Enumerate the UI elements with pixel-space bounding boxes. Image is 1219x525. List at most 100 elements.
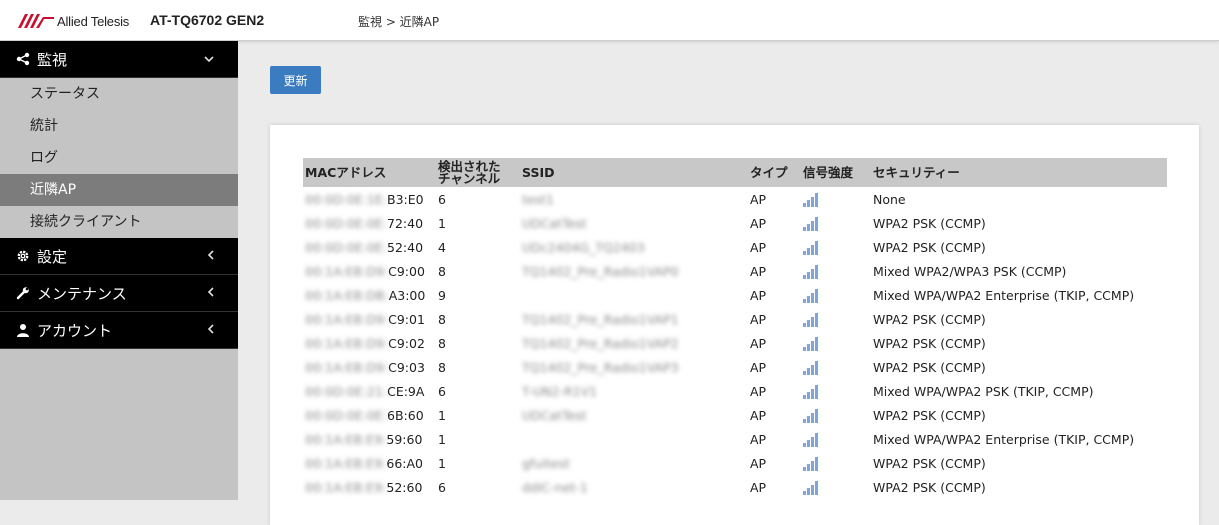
channel-cell: 8 bbox=[438, 359, 446, 375]
column-header-channel[interactable]: 検出された チャンネル bbox=[436, 158, 520, 187]
mac-masked: 00:1A:EB:DB: bbox=[305, 287, 389, 303]
type-cell: AP bbox=[750, 263, 767, 279]
ssid-cell: UDCatTest bbox=[520, 211, 748, 235]
ssid-masked: ddIC-net-1 bbox=[522, 479, 588, 495]
mac-visible: 59:60 bbox=[386, 431, 423, 447]
ssid-masked: TQ1402_Pre_Radio1VAP2 bbox=[522, 335, 679, 351]
allied-telesis-logo: Allied Telesis bbox=[18, 12, 129, 30]
signal-bars-icon bbox=[803, 456, 818, 471]
mac-masked: 00:1A:EB:D9: bbox=[305, 359, 389, 375]
channel-cell: 1 bbox=[438, 215, 446, 231]
table-row[interactable]: 00:1A:EB:D9:C9:00 8 TQ1402_Pre_Radio1VAP0 A… bbox=[303, 259, 1167, 283]
mac-visible: B3:E0 bbox=[387, 191, 424, 207]
channel-cell: 1 bbox=[438, 431, 446, 447]
signal-bars-icon bbox=[803, 264, 818, 279]
mac-cell: 00:1A:EB:E9:52:60 bbox=[303, 475, 436, 499]
signal-cell bbox=[801, 403, 871, 427]
table-row[interactable]: 00:1A:EB:E9:66:A0 1 gfuitest AP WPA2 PSK (CC… bbox=[303, 451, 1167, 475]
nav-group-label: 設定 bbox=[37, 247, 68, 266]
table-row[interactable]: 00:1A:EB:D9:C9:02 8 TQ1402_Pre_Radio1VAP2 A… bbox=[303, 331, 1167, 355]
type-cell: AP bbox=[750, 455, 767, 471]
mac-masked: 00:1A:EB:D9: bbox=[305, 263, 389, 279]
mac-cell: 00:0D:0E:21:CE:9A bbox=[303, 379, 436, 403]
signal-cell bbox=[801, 187, 871, 211]
ssid-masked: TQ1402_Pre_Radio1VAP3 bbox=[522, 359, 679, 375]
mac-visible: A3:00 bbox=[388, 287, 426, 303]
mac-visible: CE:9A bbox=[387, 383, 425, 399]
ssid-masked: UDc2404G_TQ2403 bbox=[522, 239, 645, 255]
brand-name: Allied Telesis bbox=[57, 13, 130, 29]
security-cell: WPA2 PSK (CCMP) bbox=[873, 215, 986, 231]
sidebar-item-clients[interactable]: 接続クライアント bbox=[0, 206, 238, 238]
signal-cell bbox=[801, 235, 871, 259]
mac-cell: 00:1A:EB:E9:59:60 bbox=[303, 427, 436, 451]
channel-cell: 6 bbox=[438, 479, 446, 495]
table-row[interactable]: 00:0D:0E:0E:72:40 1 UDCatTest AP WPA2 PSK (C… bbox=[303, 211, 1167, 235]
nav-group-account[interactable]: アカウント bbox=[0, 312, 238, 349]
table-row[interactable]: 00:1A:EB:E9:52:60 6 ddIC-net-1 AP WPA2 PSK (… bbox=[303, 475, 1167, 499]
ssid-masked: gfuitest bbox=[522, 455, 570, 471]
ssid-cell: TQ1402_Pre_Radio1VAP2 bbox=[520, 331, 748, 355]
ssid-cell: test1 bbox=[520, 187, 748, 211]
security-cell: WPA2 PSK (CCMP) bbox=[873, 407, 986, 423]
ssid-cell: TQ1402_Pre_Radio1VAP0 bbox=[520, 259, 748, 283]
channel-cell: 1 bbox=[438, 407, 446, 423]
channel-cell: 8 bbox=[438, 263, 446, 279]
neighbor-ap-table: MACアドレス 検出された チャンネル SSID タイプ 信号強度 セキュリティ… bbox=[303, 158, 1167, 499]
nav-group-monitor[interactable]: 監視 bbox=[0, 41, 238, 78]
channel-cell: 8 bbox=[438, 335, 446, 351]
signal-bars-icon bbox=[803, 336, 818, 351]
table-row[interactable]: 00:0D:0E:21:CE:9A 6 T-UN2-R1V1 AP Mixed WPA/… bbox=[303, 379, 1167, 403]
signal-bars-icon bbox=[803, 384, 818, 399]
signal-cell bbox=[801, 475, 871, 499]
signal-bars-icon bbox=[803, 408, 818, 423]
mac-masked: 00:0D:0E:21: bbox=[305, 383, 388, 399]
ssid-masked: UDCatTest bbox=[522, 407, 587, 423]
ssid-cell bbox=[520, 283, 748, 307]
security-cell: WPA2 PSK (CCMP) bbox=[873, 359, 986, 375]
column-header-ssid[interactable]: SSID bbox=[520, 158, 748, 187]
nav-group-maintenance[interactable]: メンテナンス bbox=[0, 275, 238, 312]
ssid-cell: T-UN2-R1V1 bbox=[520, 379, 748, 403]
mac-masked: 00:1A:EB:E9: bbox=[305, 455, 387, 471]
type-cell: AP bbox=[750, 191, 767, 207]
table-row[interactable]: 00:1A:EB:D9:C9:03 8 TQ1402_Pre_Radio1VAP3 A… bbox=[303, 355, 1167, 379]
ssid-masked: TQ1402_Pre_Radio1VAP0 bbox=[522, 263, 679, 279]
type-cell: AP bbox=[750, 383, 767, 399]
table-row[interactable]: 00:0D:0E:0E:6B:60 1 UDCatTest AP WPA2 PSK (C… bbox=[303, 403, 1167, 427]
table-row[interactable]: 00:1A:EB:D9:C9:01 8 TQ1402_Pre_Radio1VAP1 A… bbox=[303, 307, 1167, 331]
sidebar-item-status[interactable]: ステータス bbox=[0, 78, 238, 110]
channel-cell: 6 bbox=[438, 191, 446, 207]
mac-cell: 00:1A:EB:D9:C9:01 bbox=[303, 307, 436, 331]
table-row[interactable]: 00:1A:EB:E9:59:60 1 AP Mixed WPA/WPA2 Enter… bbox=[303, 427, 1167, 451]
table-row[interactable]: 00:1A:EB:DB:A3:00 9 AP Mixed WPA/WPA2 Enter… bbox=[303, 283, 1167, 307]
column-header-signal[interactable]: 信号強度 bbox=[801, 158, 871, 187]
channel-cell: 6 bbox=[438, 383, 446, 399]
column-header-mac[interactable]: MACアドレス bbox=[303, 158, 436, 187]
column-header-type[interactable]: タイプ bbox=[748, 158, 801, 187]
channel-cell: 8 bbox=[438, 311, 446, 327]
mac-masked: 00:0D:0E:0E: bbox=[305, 239, 388, 255]
table-body: 00:0D:0E:1E:B3:E0 6 test1 AP None 00:0D:0E:0E… bbox=[303, 187, 1167, 499]
type-cell: AP bbox=[750, 359, 767, 375]
mac-visible: C9:02 bbox=[388, 335, 425, 351]
nav-group-settings[interactable]: 設定 bbox=[0, 238, 238, 275]
mac-masked: 00:1A:EB:D9: bbox=[305, 335, 389, 351]
mac-visible: C9:01 bbox=[388, 311, 425, 327]
user-icon bbox=[14, 323, 32, 337]
type-cell: AP bbox=[750, 479, 767, 495]
mac-cell: 00:0D:0E:0E:6B:60 bbox=[303, 403, 436, 427]
refresh-button[interactable]: 更新 bbox=[270, 66, 321, 94]
sidebar-item-statistics[interactable]: 統計 bbox=[0, 110, 238, 142]
mac-cell: 00:1A:EB:DB:A3:00 bbox=[303, 283, 436, 307]
signal-cell bbox=[801, 307, 871, 331]
table-row[interactable]: 00:0D:0E:0E:52:40 4 UDc2404G_TQ2403 AP WPA2 … bbox=[303, 235, 1167, 259]
mac-cell: 00:0D:0E:0E:72:40 bbox=[303, 211, 436, 235]
neighbor-ap-panel: MACアドレス 検出された チャンネル SSID タイプ 信号強度 セキュリティ… bbox=[270, 125, 1199, 525]
sidebar-item-log[interactable]: ログ bbox=[0, 142, 238, 174]
table-row[interactable]: 00:0D:0E:1E:B3:E0 6 test1 AP None bbox=[303, 187, 1167, 211]
sidebar-item-neighbor-ap[interactable]: 近隣AP bbox=[0, 174, 238, 206]
security-cell: WPA2 PSK (CCMP) bbox=[873, 335, 986, 351]
column-header-security[interactable]: セキュリティー bbox=[871, 158, 1167, 187]
security-cell: Mixed WPA2/WPA3 PSK (CCMP) bbox=[873, 263, 1067, 279]
